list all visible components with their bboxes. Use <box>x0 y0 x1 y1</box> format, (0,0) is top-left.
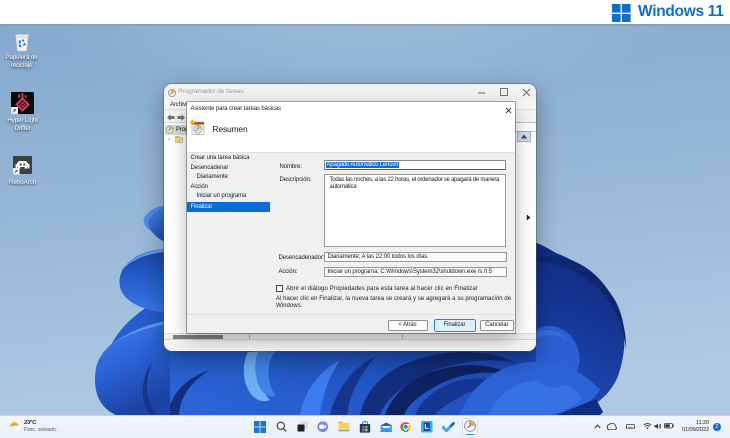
svg-text:L: L <box>424 422 429 431</box>
